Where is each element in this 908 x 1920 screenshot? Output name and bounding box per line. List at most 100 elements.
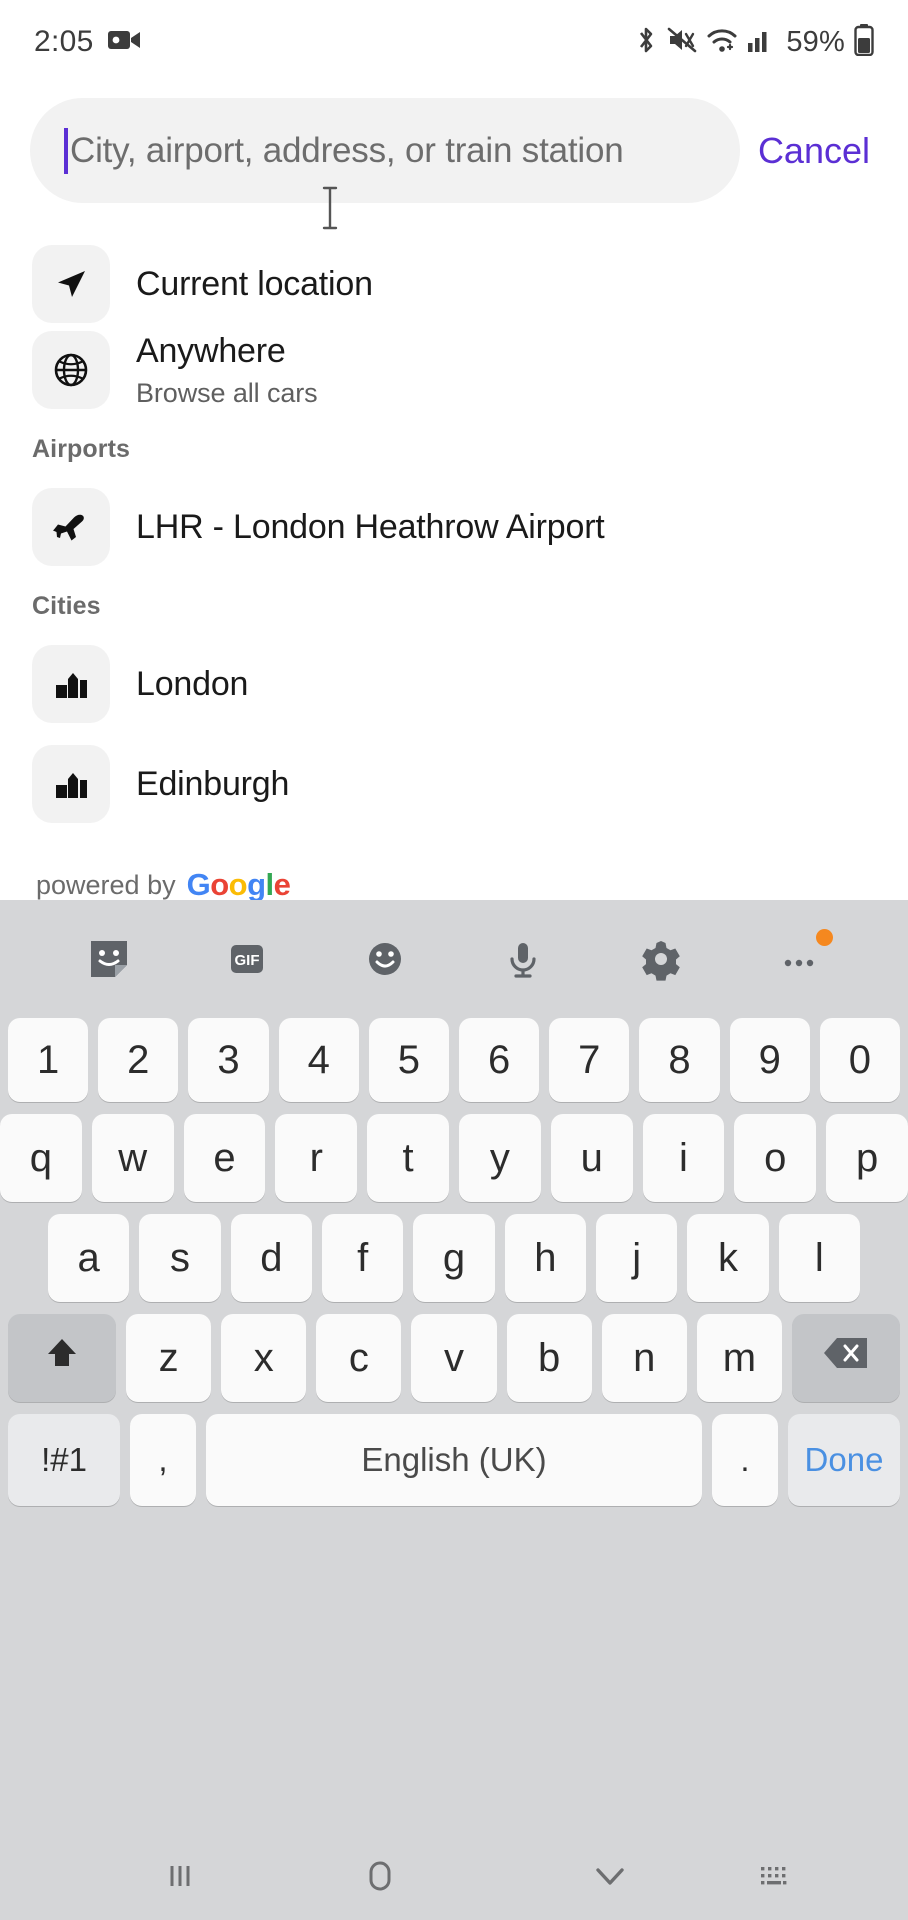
mute-icon [667, 25, 697, 60]
globe-icon [32, 331, 110, 409]
phone-screen: 2:05 59% City, airport, address, or trai… [0, 0, 908, 1920]
video-camera-icon [107, 28, 142, 57]
key-b[interactable]: b [506, 1314, 592, 1402]
settings-gear-icon[interactable] [629, 927, 693, 991]
key-k[interactable]: k [687, 1214, 769, 1302]
suggestion-text: LHR - London Heathrow Airport [136, 507, 605, 548]
google-logo-letter: l [265, 867, 275, 902]
suggestion-text: Anywhere Browse all cars [136, 331, 318, 409]
shift-key[interactable] [8, 1314, 116, 1402]
status-time: 2:05 [34, 25, 94, 58]
google-logo-letter: e [273, 867, 291, 902]
key-j[interactable]: j [595, 1214, 678, 1302]
keyboard-row-home: a s d f g h j k l [0, 1214, 908, 1302]
recents-icon[interactable] [70, 1858, 290, 1894]
chevron-down-icon[interactable] [520, 1859, 700, 1893]
key-2[interactable]: 2 [98, 1018, 179, 1102]
key-8[interactable]: 8 [639, 1018, 720, 1102]
key-t[interactable]: t [367, 1114, 449, 1202]
key-s[interactable]: s [139, 1214, 221, 1302]
key-q[interactable]: q [0, 1114, 82, 1202]
suggestion-title: LHR - London Heathrow Airport [136, 507, 605, 546]
key-e[interactable]: e [183, 1114, 266, 1202]
suggestion-title: London [136, 664, 249, 703]
key-w[interactable]: w [91, 1114, 174, 1202]
key-p[interactable]: p [826, 1114, 908, 1202]
wifi-icon [706, 25, 738, 60]
key-u[interactable]: u [550, 1114, 633, 1202]
key-l[interactable]: l [778, 1214, 860, 1302]
google-logo-letter: G [186, 867, 211, 902]
key-m[interactable]: m [696, 1314, 782, 1402]
system-navigation-bar [0, 1832, 908, 1920]
sticker-icon[interactable] [77, 927, 141, 991]
suggestion-anywhere[interactable]: Anywhere Browse all cars [0, 327, 908, 413]
keyboard-switch-icon[interactable] [700, 1859, 850, 1893]
search-placeholder: City, airport, address, or train station [70, 130, 624, 170]
key-x[interactable]: x [221, 1314, 307, 1402]
key-n[interactable]: n [601, 1314, 687, 1402]
powered-by-google: powered by G o o g l e [0, 867, 908, 903]
key-o[interactable]: o [734, 1114, 817, 1202]
key-0[interactable]: 0 [819, 1018, 901, 1102]
search-bar: City, airport, address, or train station… [0, 98, 908, 203]
key-h[interactable]: h [504, 1214, 586, 1302]
key-c[interactable]: c [316, 1314, 402, 1402]
key-i[interactable]: i [642, 1114, 725, 1202]
status-bar-left: 2:05 [34, 25, 142, 59]
key-7[interactable]: 7 [549, 1018, 630, 1102]
suggestion-city-edinburgh[interactable]: Edinburgh [0, 741, 908, 827]
key-g[interactable]: g [413, 1214, 495, 1302]
google-logo-letter: o [228, 867, 248, 902]
done-key[interactable]: Done [788, 1414, 900, 1506]
key-a[interactable]: a [48, 1214, 130, 1302]
backspace-key[interactable] [791, 1314, 900, 1402]
text-ibeam-cursor [318, 186, 342, 230]
key-6[interactable]: 6 [459, 1018, 540, 1102]
microphone-icon[interactable] [491, 927, 555, 991]
key-y[interactable]: y [459, 1114, 541, 1202]
key-r[interactable]: r [275, 1114, 358, 1202]
suggestion-current-location[interactable]: Current location [0, 241, 908, 327]
gif-icon[interactable]: GIF [215, 927, 279, 991]
backspace-icon [821, 1334, 871, 1382]
suggestion-title: Edinburgh [136, 764, 290, 803]
key-4[interactable]: 4 [278, 1018, 359, 1102]
key-9[interactable]: 9 [729, 1018, 810, 1102]
emoji-icon[interactable] [353, 927, 417, 991]
key-z[interactable]: z [126, 1314, 212, 1402]
key-v[interactable]: v [411, 1314, 497, 1402]
comma-key[interactable]: , [130, 1414, 196, 1506]
key-5[interactable]: 5 [368, 1018, 449, 1102]
suggestion-title: Current location [136, 264, 373, 303]
cellular-signal-icon [747, 27, 773, 58]
suggestion-city-london[interactable]: London [0, 641, 908, 727]
bluetooth-icon [634, 25, 658, 60]
key-1[interactable]: 1 [7, 1018, 89, 1102]
google-logo-letter: g [247, 867, 266, 902]
cancel-button[interactable]: Cancel [758, 130, 878, 172]
space-key[interactable]: English (UK) [206, 1414, 702, 1506]
status-bar: 2:05 59% [0, 0, 908, 84]
key-3[interactable]: 3 [188, 1018, 269, 1102]
keyboard-row-bottom: z x c v b n m [0, 1314, 908, 1402]
suggestion-text: London [136, 664, 248, 705]
key-d[interactable]: d [230, 1214, 312, 1302]
key-f[interactable]: f [322, 1214, 404, 1302]
suggestion-subtitle: Browse all cars [136, 377, 318, 408]
svg-text:GIF: GIF [235, 952, 260, 969]
battery-icon [854, 23, 874, 61]
home-icon[interactable] [290, 1854, 470, 1898]
overflow-menu-icon[interactable] [767, 927, 833, 991]
notification-badge [816, 929, 833, 946]
suggestion-airport-lhr[interactable]: LHR - London Heathrow Airport [0, 484, 908, 570]
symbols-key[interactable]: !#1 [8, 1414, 120, 1506]
status-bar-right: 59% [634, 23, 874, 61]
google-logo-letter: o [210, 867, 229, 902]
city-buildings-icon [32, 645, 110, 723]
section-header-airports: Airports [32, 435, 131, 463]
suggestion-title: Anywhere [136, 332, 286, 371]
period-key[interactable]: . [712, 1414, 778, 1506]
suggestion-text: Edinburgh [136, 764, 289, 805]
search-input[interactable]: City, airport, address, or train station [30, 98, 740, 203]
